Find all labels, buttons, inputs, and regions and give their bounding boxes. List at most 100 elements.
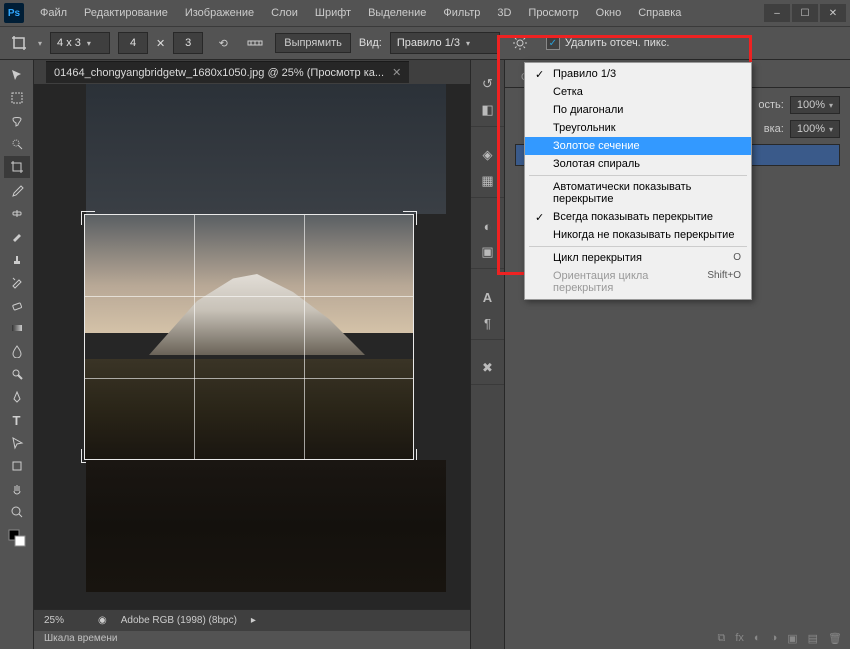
delete-pixels-checkbox[interactable]: ✓ — [546, 36, 560, 50]
menu-filter[interactable]: Фильтр — [435, 3, 488, 23]
tool-preset-arrow[interactable]: ▾ — [38, 39, 42, 48]
brush-settings-icon[interactable]: ✖ — [475, 356, 501, 380]
swap-icon[interactable]: ✕ — [156, 37, 165, 50]
move-tool[interactable] — [4, 64, 30, 86]
group-icon[interactable]: ▣ — [787, 632, 797, 645]
layer-fx-icon[interactable]: fx — [735, 632, 744, 645]
zoom-tool[interactable] — [4, 501, 30, 523]
path-select-tool[interactable] — [4, 432, 30, 454]
crop-handle-tr[interactable] — [403, 211, 417, 225]
close-button[interactable]: ✕ — [820, 4, 846, 22]
eraser-tool[interactable] — [4, 294, 30, 316]
status-bar: 25% ◉ Adobe RGB (1998) (8bpc) ▸ — [34, 609, 470, 631]
restore-button[interactable]: ☐ — [792, 4, 818, 22]
menu-view[interactable]: Просмотр — [520, 3, 586, 23]
overlay-settings-gear-icon[interactable] — [508, 32, 532, 54]
overlay-view-dropdown[interactable]: Правило 1/3 ▾ — [390, 32, 500, 54]
styles-panel-icon[interactable]: ▣ — [475, 240, 501, 264]
menu-layers[interactable]: Слои — [263, 3, 306, 23]
menu-bar: Файл Редактирование Изображение Слои Шри… — [32, 3, 764, 23]
overlay-auto-show[interactable]: Автоматически показывать перекрытие — [525, 178, 751, 208]
layer-mask-icon[interactable]: ◐ — [754, 632, 761, 645]
crop-tool-icon — [8, 32, 30, 54]
aspect-preset-value: 4 x 3 — [57, 37, 81, 49]
straighten-button[interactable]: Выпрямить — [275, 33, 351, 53]
marquee-tool[interactable] — [4, 87, 30, 109]
crop-box[interactable] — [84, 214, 414, 460]
crop-height-input[interactable]: 3 — [173, 32, 203, 54]
character-panel-icon[interactable]: A — [475, 285, 501, 309]
adjustments-panel-icon[interactable]: ◐ — [475, 214, 501, 238]
gradient-tool[interactable] — [4, 317, 30, 339]
brush-tool[interactable] — [4, 225, 30, 247]
lasso-tool[interactable] — [4, 110, 30, 132]
blur-tool[interactable] — [4, 340, 30, 362]
overlay-option-grid[interactable]: Сетка — [525, 83, 751, 101]
overlay-option-golden-spiral[interactable]: Золотая спираль — [525, 155, 751, 173]
menu-edit[interactable]: Редактирование — [76, 3, 176, 23]
healing-tool[interactable] — [4, 202, 30, 224]
fill-input[interactable]: 100% ▾ — [790, 120, 840, 138]
hand-tool[interactable] — [4, 478, 30, 500]
history-panel-icon[interactable]: ↺ — [475, 72, 501, 96]
straighten-icon[interactable] — [243, 32, 267, 54]
type-tool[interactable]: T — [4, 409, 30, 431]
crop-width-input[interactable]: 4 — [118, 32, 148, 54]
opacity-value: 100% — [797, 99, 825, 111]
document-canvas[interactable] — [86, 84, 446, 592]
adjustment-layer-icon[interactable]: ◑ — [771, 632, 778, 645]
history-brush-tool[interactable] — [4, 271, 30, 293]
menu-window[interactable]: Окно — [588, 3, 630, 23]
shape-tool[interactable] — [4, 455, 30, 477]
fill-label: вка: — [764, 123, 784, 135]
properties-panel-icon[interactable]: ◧ — [475, 98, 501, 122]
overlay-option-golden-ratio[interactable]: Золотое сечение — [525, 137, 751, 155]
pen-tool[interactable] — [4, 386, 30, 408]
overlay-cycle-orientation[interactable]: Ориентация цикла перекрытия Shift+O — [525, 267, 751, 297]
overlay-cycle[interactable]: Цикл перекрытия O — [525, 249, 751, 267]
close-icon[interactable]: ✕ — [392, 66, 401, 79]
menu-file[interactable]: Файл — [32, 3, 75, 23]
overlay-option-rule-of-thirds[interactable]: ✓ Правило 1/3 — [525, 65, 751, 83]
crop-tool[interactable] — [4, 156, 30, 178]
timeline-panel-tab[interactable]: Шкала времени — [34, 631, 470, 649]
aspect-preset-dropdown[interactable]: 4 x 3 ▾ — [50, 32, 110, 54]
overlay-never-show[interactable]: Никогда не показывать перекрытие — [525, 226, 751, 244]
overlay-view-value: Правило 1/3 — [397, 37, 460, 49]
zoom-value[interactable]: 25% — [44, 615, 84, 626]
options-bar: ▾ 4 x 3 ▾ 4 ✕ 3 ⟲ Выпрямить Вид: Правило… — [0, 26, 850, 60]
status-arrow-icon[interactable]: ▸ — [251, 615, 256, 626]
eyedropper-tool[interactable] — [4, 179, 30, 201]
paragraph-panel-icon[interactable]: ¶ — [475, 311, 501, 335]
chevron-down-icon: ▾ — [466, 39, 470, 48]
menu-image[interactable]: Изображение — [177, 3, 262, 23]
trash-icon[interactable]: 🗑 — [828, 632, 842, 645]
clear-icon[interactable]: ⟲ — [211, 32, 235, 54]
overlay-always-show[interactable]: ✓ Всегда показывать перекрытие — [525, 208, 751, 226]
overlay-option-diagonal[interactable]: По диагонали — [525, 101, 751, 119]
canvas-viewport[interactable] — [34, 84, 470, 609]
menu-3d[interactable]: 3D — [489, 3, 519, 23]
foreground-background-colors[interactable] — [4, 524, 30, 552]
dodge-tool[interactable] — [4, 363, 30, 385]
menu-select[interactable]: Выделение — [360, 3, 434, 23]
crop-handle-tl[interactable] — [81, 211, 95, 225]
titlebar: Ps Файл Редактирование Изображение Слои … — [0, 0, 850, 26]
overlay-option-label: Всегда показывать перекрытие — [553, 211, 713, 223]
document-tab[interactable]: 01464_chongyangbridgetw_1680x1050.jpg @ … — [46, 61, 409, 83]
link-layers-icon[interactable]: ⧉ — [717, 632, 725, 645]
quick-select-tool[interactable] — [4, 133, 30, 155]
fill-value: 100% — [797, 123, 825, 135]
delete-pixels-checkbox-wrap[interactable]: ✓ Удалить отсеч. пикс. — [546, 36, 670, 50]
opacity-input[interactable]: 100% ▾ — [790, 96, 840, 114]
app-logo: Ps — [4, 3, 24, 23]
opacity-label: ость: — [758, 99, 783, 111]
new-layer-icon[interactable]: ▤ — [808, 632, 818, 645]
stamp-tool[interactable] — [4, 248, 30, 270]
swatches-panel-icon[interactable]: ▦ — [475, 169, 501, 193]
overlay-option-triangle[interactable]: Треугольник — [525, 119, 751, 137]
color-panel-icon[interactable]: ◈ — [475, 143, 501, 167]
minimize-button[interactable]: – — [764, 4, 790, 22]
menu-help[interactable]: Справка — [630, 3, 689, 23]
menu-type[interactable]: Шрифт — [307, 3, 359, 23]
